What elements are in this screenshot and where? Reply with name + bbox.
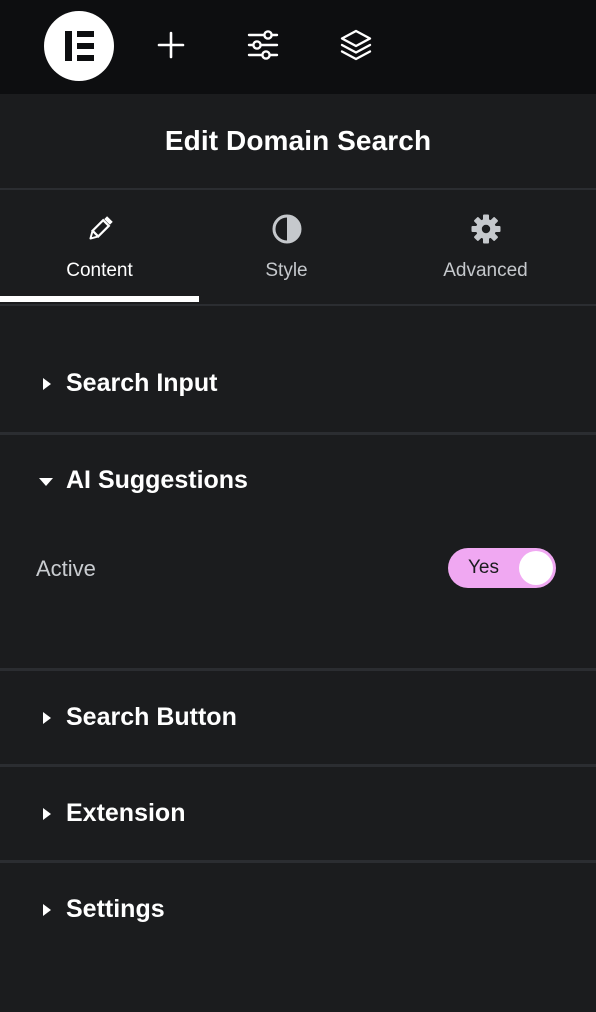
section-title: Settings bbox=[66, 895, 165, 923]
section-ai-suggestions-header[interactable]: AI Suggestions bbox=[0, 451, 596, 511]
tab-advanced-label: Advanced bbox=[443, 260, 528, 281]
section-settings-header[interactable]: Settings bbox=[0, 880, 596, 940]
section-ai-suggestions: AI Suggestions Active Yes bbox=[0, 435, 596, 671]
caret-right-icon bbox=[43, 712, 51, 724]
toggle-knob bbox=[519, 551, 553, 585]
pencil-icon bbox=[83, 212, 117, 246]
tab-style[interactable]: Style bbox=[187, 190, 386, 304]
section-title: Search Input bbox=[66, 369, 218, 397]
tab-content-label: Content bbox=[66, 260, 133, 281]
panel-header: Edit Domain Search bbox=[0, 94, 596, 190]
section-search-input-header[interactable]: Search Input bbox=[0, 354, 596, 414]
section-search-input: Search Input bbox=[0, 306, 596, 435]
gear-icon bbox=[469, 212, 503, 246]
section-settings: Settings bbox=[0, 863, 596, 959]
caret-right-icon bbox=[43, 904, 51, 916]
caret-down-icon bbox=[39, 478, 53, 486]
active-tab-indicator bbox=[0, 296, 199, 302]
active-toggle[interactable]: Yes bbox=[448, 548, 556, 588]
panel-title: Edit Domain Search bbox=[164, 125, 432, 156]
plus-icon[interactable] bbox=[154, 28, 188, 62]
section-search-button-header[interactable]: Search Button bbox=[0, 688, 596, 748]
tab-style-label: Style bbox=[265, 260, 308, 281]
section-search-button: Search Button bbox=[0, 671, 596, 767]
tab-content[interactable]: Content bbox=[0, 190, 199, 304]
top-toolbar bbox=[0, 0, 596, 94]
elementor-logo[interactable] bbox=[44, 11, 114, 81]
section-title: Search Button bbox=[66, 703, 237, 731]
section-extension: Extension bbox=[0, 767, 596, 863]
section-title: Extension bbox=[66, 799, 186, 827]
section-title: AI Suggestions bbox=[66, 466, 248, 494]
active-label: Active bbox=[36, 556, 96, 581]
toggle-text: Yes bbox=[468, 557, 499, 578]
panel-tabs: Content Style Advanced bbox=[0, 190, 596, 306]
caret-right-icon bbox=[43, 378, 51, 390]
half-circle-icon bbox=[270, 212, 304, 246]
tab-advanced[interactable]: Advanced bbox=[386, 190, 585, 304]
layers-icon[interactable] bbox=[339, 28, 373, 62]
section-extension-header[interactable]: Extension bbox=[0, 784, 596, 844]
caret-right-icon bbox=[43, 808, 51, 820]
sliders-icon[interactable] bbox=[246, 28, 280, 62]
